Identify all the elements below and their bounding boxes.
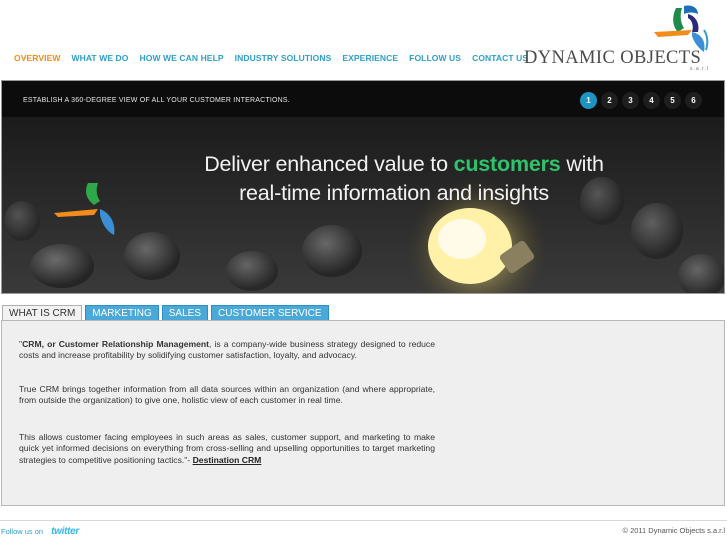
- follow-us: Follow us on twitter: [1, 526, 79, 537]
- nav-follow-us[interactable]: FOLLOW US: [409, 53, 461, 63]
- main-nav: OVERVIEW WHAT WE DO HOW WE CAN HELP INDU…: [14, 53, 539, 63]
- tab-content-panel: "CRM, or Customer Relationship Managemen…: [1, 320, 725, 506]
- crm-definition-term: CRM, or Customer Relationship Management: [22, 339, 210, 349]
- nav-overview[interactable]: OVERVIEW: [14, 53, 60, 63]
- banner-tagline: ESTABLISH A 360-DEGREE VIEW OF ALL YOUR …: [23, 97, 290, 104]
- hero-banner: ESTABLISH A 360-DEGREE VIEW OF ALL YOUR …: [1, 80, 725, 294]
- content-paragraph-1: "CRM, or Customer Relationship Managemen…: [19, 339, 435, 362]
- logo[interactable]: DYNAMIC OBJECTS s.a.r.l: [520, 2, 720, 74]
- headline-part-b: with: [560, 152, 604, 176]
- slide-page-1-button[interactable]: 1: [580, 92, 597, 109]
- copyright-text: © 2011 Dynamic Objects s.a.r.l: [622, 526, 725, 535]
- content-paragraph-3: This allows customer facing employees in…: [19, 432, 435, 466]
- slide-page-5-button[interactable]: 5: [664, 92, 681, 109]
- banner-headline-line2: real-time information and insights: [239, 181, 549, 205]
- banner-headline-line1: Deliver enhanced value to customers with: [2, 152, 724, 177]
- follow-us-label: Follow us on: [1, 527, 44, 536]
- tab-what-is-crm[interactable]: WHAT IS CRM: [2, 305, 83, 320]
- crm-tabs: WHAT IS CRM MARKETING SALES CUSTOMER SER…: [2, 305, 329, 320]
- tab-customer-service[interactable]: CUSTOMER SERVICE: [211, 305, 329, 320]
- headline-part-a: Deliver enhanced value to: [204, 152, 454, 176]
- slide-page-4-button[interactable]: 4: [643, 92, 660, 109]
- nav-what-we-do[interactable]: WHAT WE DO: [71, 53, 128, 63]
- twitter-link[interactable]: twitter: [51, 526, 79, 537]
- content-paragraph-2: True CRM brings together information fro…: [19, 384, 435, 406]
- logo-mark-icon: [654, 5, 709, 52]
- footer-divider: [0, 520, 727, 521]
- slide-page-3-button[interactable]: 3: [622, 92, 639, 109]
- tab-marketing[interactable]: MARKETING: [85, 305, 159, 320]
- nav-experience[interactable]: EXPERIENCE: [342, 53, 398, 63]
- slide-pager: 1 2 3 4 5 6: [580, 92, 702, 109]
- nav-how-we-can-help[interactable]: HOW WE CAN HELP: [140, 53, 224, 63]
- logo-subtext: s.a.r.l: [690, 66, 709, 72]
- slide-page-6-button[interactable]: 6: [685, 92, 702, 109]
- nav-industry-solutions[interactable]: INDUSTRY SOLUTIONS: [235, 53, 332, 63]
- headline-highlight: customers: [453, 152, 561, 176]
- slide-page-2-button[interactable]: 2: [601, 92, 618, 109]
- tab-sales[interactable]: SALES: [161, 305, 208, 320]
- destination-crm-link[interactable]: Destination CRM: [193, 455, 262, 465]
- logo-text: DYNAMIC OBJECTS: [524, 48, 702, 68]
